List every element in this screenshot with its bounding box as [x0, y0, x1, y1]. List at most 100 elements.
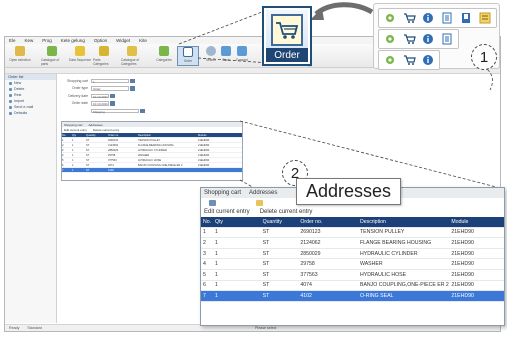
delivery-date-field[interactable]: 10.10.2011	[91, 93, 109, 99]
bookmark-icon[interactable]	[459, 11, 473, 25]
table-row[interactable]: 3 1 ST 2850029 HYDRAULIC CYLINDER 21EHD90	[201, 249, 504, 260]
new-icon	[9, 81, 12, 85]
order-type-button[interactable]	[130, 86, 135, 91]
table-cell: 21EHD90	[198, 153, 210, 157]
table-cell: 1	[72, 153, 74, 157]
table-cell: 21EHD90	[451, 250, 474, 257]
column-header[interactable]: Order no.	[108, 134, 138, 137]
table-cell: 1	[62, 138, 64, 142]
tab-addresses[interactable]: Addresses	[89, 123, 103, 127]
delete-entry-button[interactable]: Delete current entry	[260, 209, 313, 215]
order-date-button[interactable]	[110, 101, 115, 106]
delete-icon[interactable]	[256, 199, 263, 206]
toolbar-order-button[interactable]: Order	[177, 46, 199, 66]
document-icon[interactable]	[440, 11, 454, 25]
table-cell: 21EHD90	[451, 229, 474, 236]
order-type-field[interactable]: Order	[91, 86, 129, 91]
delivery-date-button[interactable]	[110, 93, 115, 98]
table-cell: 21EHD90	[451, 282, 474, 289]
info-icon[interactable]	[421, 53, 435, 67]
column-header[interactable]: Module	[198, 134, 238, 137]
menu-widget[interactable]: Widget	[116, 38, 130, 43]
info-icon[interactable]	[421, 32, 435, 46]
edit-entry-button[interactable]: Edit current entry	[64, 128, 87, 132]
table-cell: 6	[62, 163, 64, 167]
table-cell: 1	[214, 282, 218, 289]
menu-view[interactable]: Kew	[25, 38, 34, 43]
table-row[interactable]: 6 1 ST 4074 BANJO COUPLING,ONE-PIECE ER 2 21E…	[201, 281, 504, 292]
shopping-cart-field[interactable]: 1	[91, 78, 129, 84]
shipping-field[interactable]: Shipping	[91, 108, 139, 114]
toolbar-catalogue-button[interactable]: Catalogue of parts	[41, 46, 63, 66]
order-label: Order	[266, 48, 308, 62]
toolbar-parts-categories-button[interactable]: Parts Categories	[93, 46, 115, 66]
order-date-field[interactable]: 10.10.2011	[91, 101, 109, 106]
table-cell: 21EHD90	[198, 143, 210, 147]
table-row[interactable]: 4 1 ST 29758 WASHER 21EHD90	[201, 259, 504, 270]
shopping-cart-icon[interactable]	[402, 53, 416, 67]
menu-help[interactable]: Kite	[139, 38, 147, 43]
column-header[interactable]: No.	[62, 134, 72, 137]
table-row[interactable]: 1 1 ST 2690123 TENSION PULLEY 21EHD90	[201, 228, 504, 239]
shipping-button[interactable]	[140, 108, 145, 113]
tab-addresses[interactable]: Addresses	[249, 190, 277, 196]
edit-entry-button[interactable]: Edit current entry	[204, 209, 250, 215]
table-row[interactable]: 7 1 ST 4102	[62, 168, 242, 173]
table-cell: 1	[72, 158, 74, 162]
table-cell: 1	[214, 250, 218, 257]
zoom-cart-actions: Edit current entry Delete current entry	[201, 207, 504, 217]
table-cell: 1	[214, 239, 218, 246]
table-cell: 7	[62, 168, 64, 172]
table-row[interactable]: 7 1 ST 4102 O-RING SEAL 21EHD90	[201, 291, 504, 302]
table-row[interactable]: 2 1 ST 2124062 FLANGE BEARING HOUSING 21EHD90	[201, 238, 504, 249]
gear-icon[interactable]	[383, 11, 397, 25]
table-cell: 2690123	[108, 138, 119, 142]
gear-icon[interactable]	[383, 32, 397, 46]
table-cell: 29758	[108, 153, 116, 157]
shopping-cart-icon[interactable]	[402, 32, 416, 46]
menu-file[interactable]: Ele	[9, 38, 16, 43]
toolbar-forward-button[interactable]: Forward	[231, 46, 253, 66]
table-cell: ST	[86, 163, 90, 167]
status-text: Ready	[9, 326, 20, 330]
menu-kete[interactable]: Kete gelung	[61, 38, 85, 43]
toolbar-sequence-button[interactable]: Data Sequence	[69, 46, 91, 66]
tab-shopping-cart[interactable]: Shopping cart	[204, 190, 241, 196]
column-header[interactable]: Qty	[213, 219, 261, 225]
table-cell: 21EHD90	[451, 239, 474, 246]
table-cell: 1	[72, 138, 74, 142]
table-cell: HYDRAULIC HOSE	[138, 158, 162, 162]
toolbar-categories-button[interactable]: Categories	[153, 46, 175, 66]
column-header[interactable]: Description	[138, 134, 198, 137]
catalogue-icon	[47, 46, 57, 56]
sidebar-item-defaults[interactable]: Defaults	[5, 110, 56, 116]
column-header[interactable]: Module	[449, 219, 504, 225]
column-header[interactable]: Description	[358, 219, 449, 225]
edit-icon[interactable]	[209, 199, 216, 206]
menu-prog[interactable]: Prog	[42, 38, 52, 43]
table-cell: 4	[62, 153, 64, 157]
table-cell: ST	[262, 250, 270, 257]
tree-icon[interactable]	[478, 11, 492, 25]
document-icon[interactable]	[440, 32, 454, 46]
column-header[interactable]: Order no.	[298, 219, 358, 225]
column-header[interactable]: No.	[201, 219, 213, 225]
info-icon[interactable]	[421, 11, 435, 25]
toolbar-catalogue-categories-button[interactable]: Catalogue of Categories	[121, 46, 143, 66]
cart-select-button[interactable]	[130, 78, 135, 83]
column-header[interactable]: Quantity	[261, 219, 299, 225]
column-header[interactable]: Quantity	[86, 134, 108, 137]
column-header[interactable]: Qty	[72, 134, 86, 137]
table-cell: WASHER	[138, 153, 150, 157]
menu-options[interactable]: Option	[94, 38, 107, 43]
curved-arrow	[314, 2, 374, 17]
shopping-cart-icon	[271, 14, 303, 46]
table-cell: 2	[62, 143, 64, 147]
gear-icon[interactable]	[383, 53, 397, 67]
delete-entry-button[interactable]: Delete current entry	[93, 128, 119, 132]
shopping-cart-icon[interactable]	[402, 11, 416, 25]
table-row[interactable]: 5 1 ST 377563 HYDRAULIC HOSE 21EHD90	[201, 270, 504, 281]
tab-shopping-cart[interactable]: Shopping cart	[64, 123, 83, 127]
table-cell: 2690123	[300, 229, 321, 236]
toolbar-open-button[interactable]: Open selection	[9, 46, 31, 66]
